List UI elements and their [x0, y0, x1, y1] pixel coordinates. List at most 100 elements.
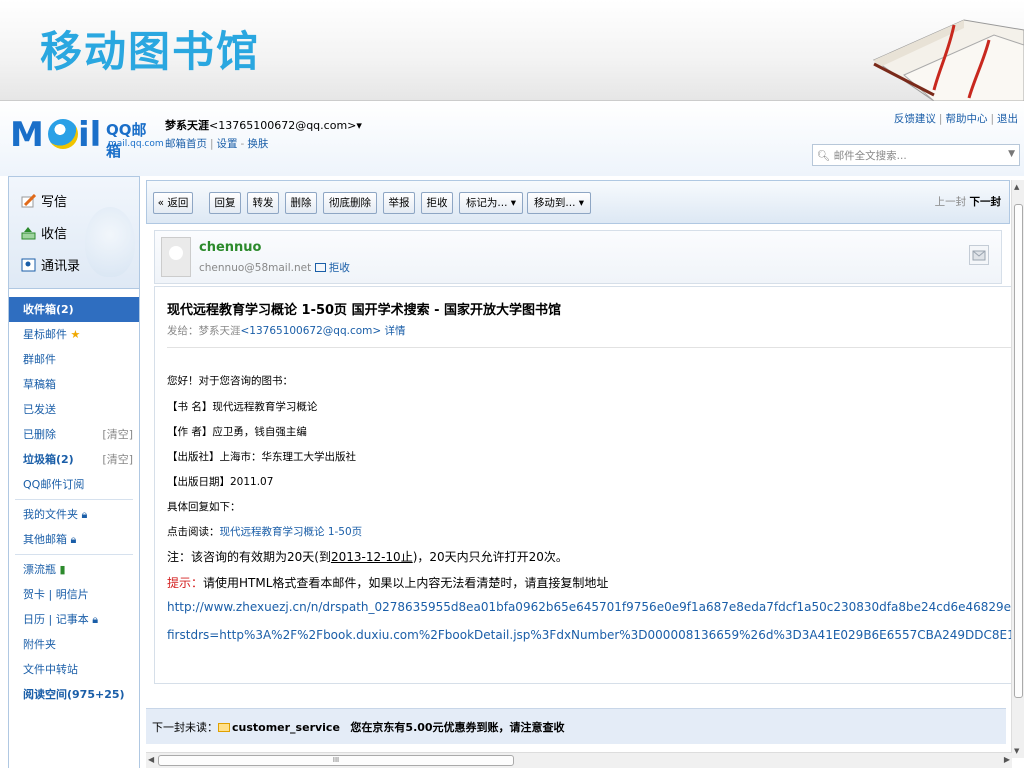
envelope-icon[interactable]: [969, 245, 989, 265]
prev-mail-link[interactable]: 上一封: [935, 196, 967, 208]
folder-label: 垃圾箱(2): [23, 453, 74, 466]
sidebar-item-reading-space[interactable]: 阅读空间(975+25): [9, 682, 139, 707]
search-dropdown-icon[interactable]: ▼: [1008, 149, 1015, 159]
sender-email-line: chennuo@58mail.net 拒收: [199, 260, 350, 275]
scroll-down-icon[interactable]: ▼: [1014, 747, 1019, 755]
report-button[interactable]: 举报: [383, 192, 415, 214]
sidebar-item-calendar[interactable]: 日历 | 记事本 🔒︎: [9, 607, 139, 632]
mail-view: « 返回 回复 转发 删除 彻底删除 举报 拒收 标记为... ▾ 移动到...…: [146, 180, 1016, 768]
next-mail-link[interactable]: 下一封: [970, 196, 1002, 208]
logout-link[interactable]: 退出: [997, 113, 1018, 125]
folder-label: 贺卡 | 明信片: [23, 588, 89, 601]
sidebar-item-deleted[interactable]: 已删除 [清空]: [9, 422, 139, 447]
change-skin-link[interactable]: 换肤: [247, 138, 268, 150]
slide-header: 移动图书馆: [0, 0, 1024, 101]
sidebar-item-cards[interactable]: 贺卡 | 明信片: [9, 582, 139, 607]
validity-post: )，20天内只允许打开20次。: [412, 550, 568, 564]
hint-label: 提示：: [167, 576, 204, 590]
mail-subject: 现代远程教育学习概论 1-50页 国开学术搜索 - 国家开放大学图书馆: [167, 303, 562, 318]
lock-icon: 🔒︎: [70, 533, 77, 546]
reject-sender-link[interactable]: 拒收: [329, 262, 350, 274]
sidebar-item-drift-bottle[interactable]: 漂流瓶 ▮: [9, 557, 139, 582]
url-link-2[interactable]: firstdrs=http%3A%2F%2Fbook.duxiu.com%2Fb…: [167, 626, 1016, 643]
sidebar-item-subscriptions[interactable]: QQ邮件订阅: [9, 472, 139, 497]
scroll-up-icon[interactable]: ▲: [1014, 183, 1019, 191]
search-placeholder: 邮件全文搜索...: [833, 150, 907, 162]
next-unread-subject: 您在京东有5.00元优惠券到账，请注意查收: [350, 721, 565, 734]
book-pub-date: 【出版日期】2011.07: [167, 476, 274, 488]
sender-name[interactable]: chennuo: [199, 240, 261, 255]
sidebar-item-starred[interactable]: 星标邮件 ★: [9, 322, 139, 347]
folder-label: 漂流瓶: [23, 563, 56, 576]
folder-label: 阅读空间(975+25): [23, 688, 125, 701]
url-link-1[interactable]: http://www.zhexuezj.cn/n/drspath_0278635…: [167, 600, 1016, 614]
forward-button[interactable]: 转发: [247, 192, 279, 214]
sidebar-actions: 写信 收信 通讯录: [9, 177, 139, 289]
scroll-left-icon[interactable]: ◀: [148, 755, 154, 764]
vertical-scrollbar[interactable]: ▲ ▼: [1011, 180, 1024, 758]
folder-label: 已删除: [23, 428, 56, 441]
sidebar-item-inbox[interactable]: 收件箱(2): [9, 297, 139, 322]
permanent-delete-button[interactable]: 彻底删除: [323, 192, 377, 214]
pencil-icon: [21, 193, 37, 208]
sidebar-item-drafts[interactable]: 草稿箱: [9, 372, 139, 397]
user-account-menu[interactable]: 梦系天涯<13765100672@qq.com>▾: [165, 117, 362, 133]
horizontal-scrollbar[interactable]: ◀ III ▶: [146, 752, 1012, 768]
mail-content: 现代远程教育学习概论 1-50页 国开学术搜索 - 国家开放大学图书馆 发给：梦…: [154, 286, 1016, 684]
next-unread[interactable]: 下一封未读： customer_service 您在京东有5.00元优惠券到账，请…: [152, 719, 565, 735]
sender-email: chennuo@58mail.net: [199, 262, 312, 274]
hint-line: 提示：请使用HTML格式查看本邮件，如果以上内容无法看清楚时，请直接复制地址: [167, 574, 608, 591]
horizontal-scroll-thumb[interactable]: III: [158, 755, 514, 766]
reply-intro: 具体回复如下：: [167, 501, 241, 513]
read-book-link[interactable]: 现代远程教育学习概论 1-50页: [220, 526, 363, 538]
vertical-scroll-thumb[interactable]: [1014, 204, 1023, 698]
sidebar-item-spam[interactable]: 垃圾箱(2) [清空]: [9, 447, 139, 472]
bottle-icon: ▮: [59, 563, 66, 576]
help-center-link[interactable]: 帮助中心: [945, 113, 987, 125]
contacts-icon: [21, 258, 36, 272]
next-unread-bar: 下一封未读： customer_service 您在京东有5.00元优惠券到账，请…: [146, 708, 1006, 744]
recipient-address: <13765100672@qq.com>: [240, 325, 382, 337]
folder-list: 收件箱(2) 星标邮件 ★ 群邮件 草稿箱 已发送 已删除 [清空] 垃圾箱(2)…: [9, 297, 139, 497]
avatar[interactable]: [161, 237, 191, 277]
sidebar-item-other-mailboxes[interactable]: 其他邮箱 🔒︎: [9, 527, 139, 552]
reply-button[interactable]: 回复: [209, 192, 241, 214]
move-to-dropdown[interactable]: 移动到... ▾: [527, 192, 591, 214]
sidebar-item-file-transfer[interactable]: 文件中转站: [9, 657, 139, 682]
mailbox-home-link[interactable]: 邮箱首页: [165, 138, 207, 150]
address-card-icon[interactable]: [314, 263, 326, 272]
reject-button[interactable]: 拒收: [421, 192, 453, 214]
recipient-label: 发给：: [167, 325, 199, 337]
folder-label: 其他邮箱: [23, 533, 67, 546]
search-input[interactable]: 🔍︎ 邮件全文搜索... ▼: [812, 144, 1020, 166]
user-email: <13765100672@qq.com>: [209, 119, 357, 132]
book-publisher: 【出版社】上海市：华东理工大学出版社: [167, 451, 356, 463]
settings-link[interactable]: 设置: [217, 138, 238, 150]
details-link[interactable]: 详情: [385, 325, 406, 337]
validity-date: 2013-12-10止: [330, 550, 413, 564]
logo-domain: mail.qq.com: [108, 139, 164, 149]
sidebar-item-attachments[interactable]: 附件夹: [9, 632, 139, 657]
delete-button[interactable]: 删除: [285, 192, 317, 214]
scroll-right-icon[interactable]: ▶: [1004, 755, 1010, 764]
penguin-icon: [85, 207, 135, 277]
contacts-button[interactable]: 通讯录: [21, 255, 80, 274]
folder-label: 草稿箱: [23, 378, 56, 391]
empty-deleted-link[interactable]: [清空]: [102, 422, 133, 447]
qq-mail-logo[interactable]: M il QQ邮箱 mail.qq.com: [10, 113, 164, 160]
compose-button[interactable]: 写信: [21, 191, 67, 210]
sidebar-item-my-folders[interactable]: 我的文件夹 🔒︎: [9, 502, 139, 527]
sidebar-item-sent[interactable]: 已发送: [9, 397, 139, 422]
sidebar-item-group-mail[interactable]: 群邮件: [9, 347, 139, 372]
folder-label: 我的文件夹: [23, 508, 78, 521]
mark-as-dropdown[interactable]: 标记为... ▾: [459, 192, 523, 214]
receive-button[interactable]: 收信: [21, 223, 67, 242]
folder-label: 收件箱(2): [23, 303, 74, 316]
feedback-link[interactable]: 反馈建议: [894, 113, 936, 125]
empty-spam-link[interactable]: [清空]: [102, 447, 133, 472]
validity-pre: 注：该咨询的有效期为20天(到: [167, 550, 331, 564]
back-button[interactable]: « 返回: [153, 192, 193, 214]
folder-label: 附件夹: [23, 638, 56, 651]
read-line: 点击阅读：现代远程教育学习概论 1-50页: [167, 524, 362, 539]
receive-label: 收信: [41, 227, 68, 242]
